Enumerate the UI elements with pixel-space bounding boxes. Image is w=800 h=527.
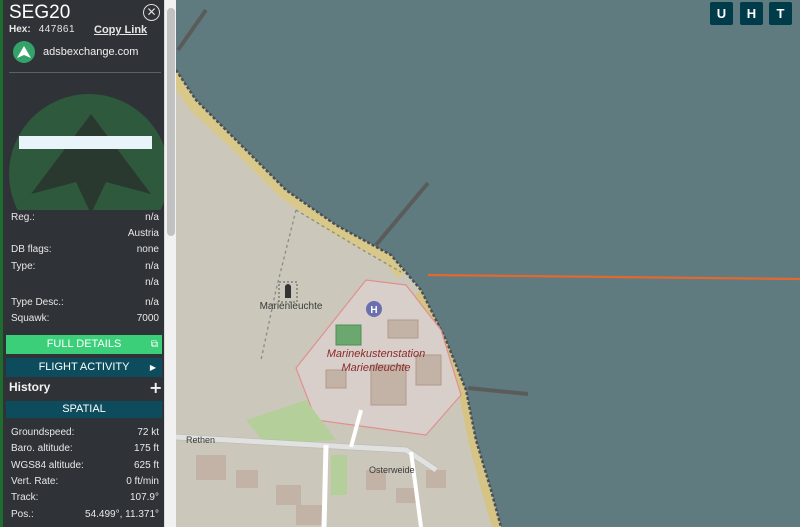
spatial-row: Baro. altitude: 175 ft <box>11 443 159 457</box>
spatial-key: WGS84 altitude: <box>11 460 84 471</box>
field-value: Austria <box>127 228 159 239</box>
field-value: none <box>136 244 159 255</box>
spatial-row: Track: 107.9° <box>11 492 159 506</box>
field-key: Reg.: <box>11 212 35 223</box>
spatial-value: 54.499°, 11.371° <box>85 509 159 520</box>
building <box>196 455 226 480</box>
spatial-value: 72 kt <box>137 427 159 438</box>
field-key: Type Desc.: <box>11 297 64 308</box>
spatial-key: Pos.: <box>11 509 34 520</box>
arrow-right-icon: ▶ <box>149 363 156 372</box>
building <box>296 505 326 525</box>
spatial-row: Pos.: 54.499°, 11.371° <box>11 509 159 523</box>
building <box>387 319 419 339</box>
map-button-t[interactable]: T <box>769 2 792 25</box>
spatial-key: Groundspeed: <box>11 427 75 438</box>
field-row: n/a <box>11 277 159 291</box>
hex-label: Hex: <box>9 24 31 35</box>
spatial-row: Vert. Rate: 0 ft/min <box>11 476 159 490</box>
hex-value: 447861 <box>38 24 76 35</box>
close-icon[interactable]: ✕ <box>143 4 160 21</box>
building <box>236 470 258 488</box>
field-key: Squawk: <box>11 313 50 324</box>
field-row: Type: n/a <box>11 261 159 275</box>
field-row: DB flags: none <box>11 244 159 258</box>
building <box>426 470 446 488</box>
lighthouse-label: Marienleuchte <box>260 301 323 312</box>
sports-field <box>335 324 362 346</box>
plus-icon[interactable]: + <box>149 378 162 397</box>
field-row: Austria <box>11 228 159 242</box>
source-site-link[interactable]: adsbexchange.com <box>43 46 138 58</box>
copy-link-button[interactable]: Copy Link <box>94 24 147 36</box>
road <box>321 444 329 527</box>
map-button-h[interactable]: H <box>740 2 763 25</box>
spatial-section-header: SPATIAL <box>6 401 162 418</box>
scrollbar-thumb[interactable] <box>167 8 175 236</box>
field-key: DB flags: <box>11 244 52 255</box>
field-value: n/a <box>145 297 159 308</box>
flight-activity-button[interactable]: FLIGHT ACTIVITY ▶ <box>6 358 162 377</box>
external-link-icon: ⧉ <box>150 339 158 350</box>
field-value: n/a <box>145 261 159 272</box>
building <box>276 485 301 505</box>
hex-row: Hex: 447861 <box>9 24 75 35</box>
plane-silhouette-icon <box>31 114 151 210</box>
field-row: Type Desc.: n/a <box>11 297 159 311</box>
spatial-value: 0 ft/min <box>126 476 159 487</box>
spatial-key: Track: <box>11 492 39 503</box>
field-row: Reg.: n/a <box>11 212 159 226</box>
helipad-icon: H <box>366 301 382 317</box>
map-button-u[interactable]: U <box>710 2 733 25</box>
divider <box>9 72 161 73</box>
aircraft-info-sidebar: SEG20 ✕ Hex: 447861 Copy Link adsbexchang… <box>0 0 164 527</box>
station-label-line2: Marienleuchte <box>341 362 410 374</box>
aircraft-callsign: SEG20 <box>9 2 71 23</box>
map-svg: H Marienleuchte Marinekustenstation Mari… <box>174 0 800 527</box>
street-label-rethen: Rethen <box>186 435 215 445</box>
svg-text:H: H <box>370 305 377 316</box>
field-value: n/a <box>145 277 159 288</box>
sidebar-scrollbar[interactable] <box>164 0 176 527</box>
spatial-value: 175 ft <box>133 443 159 454</box>
full-details-label: FULL DETAILS <box>46 338 122 350</box>
aircraft-photo-placeholder <box>3 74 164 210</box>
spatial-row: Groundspeed: 72 kt <box>11 427 159 441</box>
spatial-row: WGS84 altitude: 625 ft <box>11 460 159 474</box>
spatial-key: Vert. Rate: <box>11 476 59 487</box>
station-label-line1: Marinekustenstation <box>327 348 425 360</box>
flight-activity-label: FLIGHT ACTIVITY <box>38 361 130 373</box>
field-value: n/a <box>145 212 159 223</box>
adsbexchange-logo-icon <box>13 41 35 63</box>
history-header[interactable]: History <box>9 380 50 394</box>
street-label-osterweide: Osterweide <box>369 465 415 475</box>
spatial-value: 107.9° <box>129 492 159 503</box>
map-canvas[interactable]: H Marienleuchte Marinekustenstation Mari… <box>174 0 800 527</box>
field-key: Type: <box>11 261 36 272</box>
green-area <box>331 455 347 495</box>
photo-caption-bar <box>19 136 152 149</box>
full-details-button[interactable]: FULL DETAILS ⧉ <box>6 335 162 354</box>
spatial-key: Baro. altitude: <box>11 443 73 454</box>
field-value: 7000 <box>136 313 159 324</box>
spatial-value: 625 ft <box>133 460 159 471</box>
field-row: Squawk: 7000 <box>11 313 159 327</box>
